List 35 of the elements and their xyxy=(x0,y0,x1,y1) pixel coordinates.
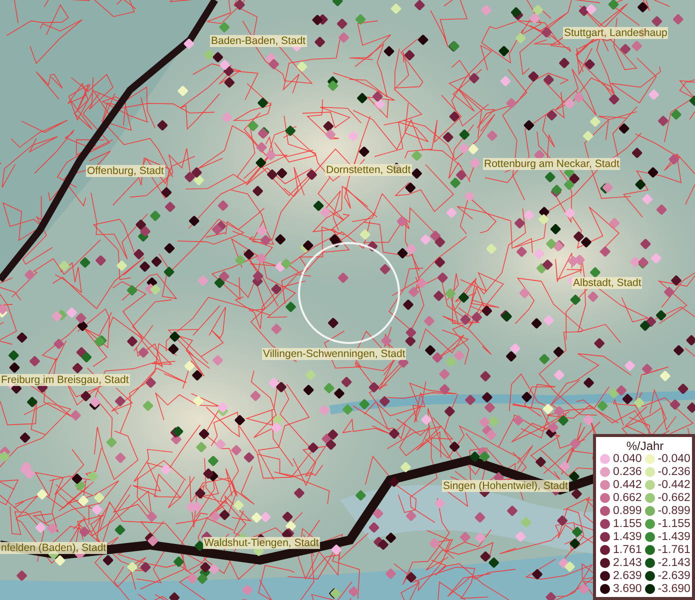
legend-value: -0.040 xyxy=(658,453,690,465)
legend-value: -0.662 xyxy=(658,492,690,504)
legend-value: 2.639 xyxy=(613,570,642,582)
legend-value: 1.155 xyxy=(613,518,642,530)
legend-value: -2.639 xyxy=(658,570,690,582)
legend-value: 0.899 xyxy=(613,505,642,517)
legend-value: 0.662 xyxy=(613,492,642,504)
legend-value: -0.442 xyxy=(658,479,690,491)
legend-value: -1.761 xyxy=(658,544,690,556)
legend-value: 0.236 xyxy=(613,466,642,478)
legend-value: -0.236 xyxy=(658,466,690,478)
legend-value: -1.439 xyxy=(658,531,690,543)
place-label: Albstadt, Stadt xyxy=(572,277,642,289)
place-label: Villingen-Schwenningen, Stadt xyxy=(262,348,406,360)
selection-circle[interactable] xyxy=(298,242,400,344)
legend-value: -3.690 xyxy=(658,583,690,595)
place-label: Rottenburg am Neckar, Stadt xyxy=(483,158,620,170)
legend-value: 3.690 xyxy=(613,583,642,595)
place-label: Offenburg, Stadt xyxy=(86,165,165,177)
place-label: Dornstetten, Stadt xyxy=(325,164,412,176)
legend-value: 2.143 xyxy=(613,557,642,569)
legend-title: %/Jahr xyxy=(625,439,665,453)
legend-value: -0.899 xyxy=(658,505,690,517)
place-label: Baden-Baden, Stadt xyxy=(210,35,307,47)
place-label: Waldshut-Tiengen, Stadt xyxy=(203,537,320,549)
legend-value: 0.040 xyxy=(613,453,642,465)
legend-value: 1.761 xyxy=(613,544,642,556)
place-label: nfelden (Baden), Stadt xyxy=(0,542,108,554)
place-label: Stuttgart, Landeshaup xyxy=(563,27,668,39)
legend-value: -1.155 xyxy=(658,518,690,530)
legend-value: -2.143 xyxy=(658,557,690,569)
legend-value: 0.442 xyxy=(613,479,642,491)
place-label: Singen (Hohentwiel), Stadt xyxy=(442,480,569,492)
legend-value: 1.439 xyxy=(613,531,642,543)
place-label: Freiburg im Breisgau, Stadt xyxy=(0,374,130,386)
